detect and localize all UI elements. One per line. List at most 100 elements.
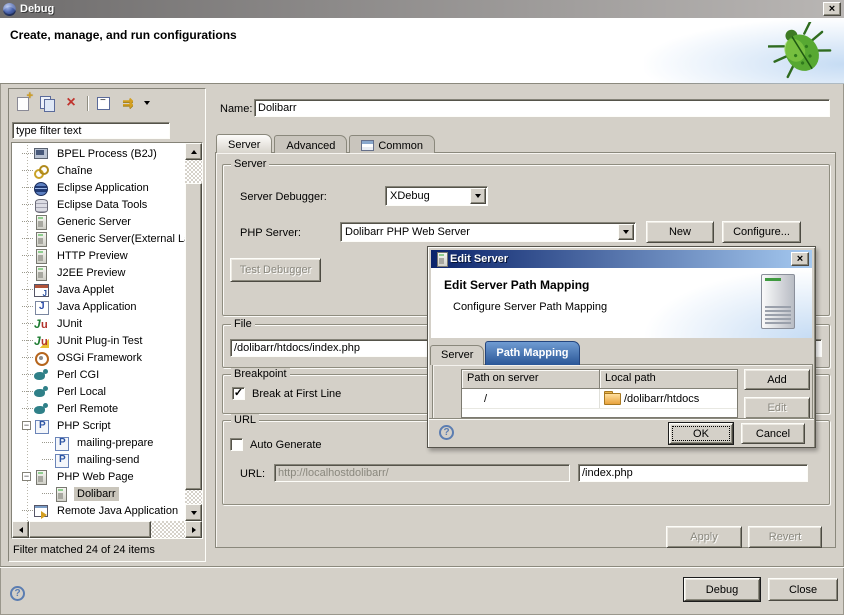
scroll-left-icon[interactable] (12, 521, 29, 538)
filter-input[interactable] (12, 122, 170, 139)
tab-common[interactable]: Common (349, 135, 435, 153)
break-first-line-checkbox[interactable]: ✓ (232, 387, 245, 400)
duplicate-icon[interactable] (37, 94, 57, 112)
name-input[interactable] (254, 99, 830, 117)
debug-button[interactable]: Debug (684, 578, 760, 601)
tree-item-junit[interactable]: JUnit (12, 315, 185, 332)
scroll-up-icon[interactable] (185, 143, 202, 160)
window-close-button[interactable]: × (823, 2, 841, 16)
edit-button[interactable]: Edit (744, 397, 810, 419)
tab-label: Advanced (286, 140, 335, 152)
tree-item-junit-plug-in-test[interactable]: JUnit Plug-in Test (12, 332, 185, 349)
tree-vertical-scrollbar[interactable] (185, 143, 202, 521)
edit-server-close-button[interactable]: × (791, 252, 809, 266)
scroll-right-icon[interactable] (185, 521, 202, 538)
new-server-button[interactable]: New (646, 221, 714, 243)
dialog-button-bar: ? OK Cancel (429, 418, 814, 447)
new-configuration-icon[interactable] (13, 94, 33, 112)
tree-item-bpel-process-b2j[interactable]: BPEL Process (B2J) (12, 145, 185, 162)
collapse-toggle-icon[interactable]: − (22, 472, 31, 481)
php-icon (53, 453, 69, 467)
database-icon (33, 198, 49, 212)
scroll-down-icon[interactable] (185, 504, 202, 521)
perl-icon (33, 385, 49, 399)
test-debugger-button[interactable]: Test Debugger (230, 258, 321, 282)
tree-connector (42, 442, 53, 443)
php-server-select[interactable]: Dolibarr PHP Web Server (340, 222, 636, 242)
button-label: Cancel (756, 428, 790, 440)
button-label: Configure... (733, 226, 790, 238)
tree-item-php-web-page[interactable]: −PHP Web Page (12, 468, 185, 485)
server-debugger-select[interactable]: XDebug (385, 186, 488, 206)
configurations-panel: BPEL Process (B2J)ChaîneEclipse Applicat… (8, 88, 206, 562)
edit-server-titlebar[interactable]: Edit Server × (431, 250, 812, 268)
table-row[interactable]: / /dolibarr/htdocs (462, 389, 737, 408)
ok-button[interactable]: OK (669, 423, 733, 444)
collapse-toggle-icon[interactable]: − (22, 421, 31, 430)
tree-item-perl-remote[interactable]: Perl Remote (12, 400, 185, 417)
toolbar-menu-arrow-icon[interactable] (142, 94, 152, 112)
toolbar-separator (87, 96, 88, 111)
cancel-button[interactable]: Cancel (741, 423, 805, 444)
help-icon[interactable]: ? (10, 586, 25, 601)
tree-item-java-applet[interactable]: Java Applet (12, 281, 185, 298)
collapse-all-icon[interactable] (94, 94, 114, 112)
tree-item-label: Perl Local (54, 385, 109, 399)
dropdown-arrow-icon[interactable] (618, 224, 634, 240)
tree-horizontal-scrollbar[interactable] (12, 521, 202, 538)
server-debugger-value: XDebug (390, 190, 430, 202)
dialog-tab-path-mapping[interactable]: Path Mapping (485, 341, 579, 365)
column-header-local-path[interactable]: Local path (600, 370, 737, 389)
delete-icon[interactable] (61, 94, 81, 112)
filter-icon[interactable] (118, 94, 138, 112)
tree-item-mailing-prepare[interactable]: mailing-prepare (12, 434, 185, 451)
add-button[interactable]: Add (744, 369, 810, 390)
tree-item-osgi-framework[interactable]: OSGi Framework (12, 349, 185, 366)
tree-item-http-preview[interactable]: HTTP Preview (12, 247, 185, 264)
tree-item-generic-server-external-la[interactable]: Generic Server(External La (12, 230, 185, 247)
tree-item-php-script[interactable]: − PHP Script (12, 417, 185, 434)
column-header-path-on-server[interactable]: Path on server (462, 370, 600, 389)
edit-server-dialog: Edit Server × Edit Server Path Mapping C… (427, 246, 816, 448)
tree-item-label: PHP Script (54, 419, 114, 433)
tab-advanced[interactable]: Advanced (274, 135, 347, 153)
tree-item-java-application[interactable]: Java Application (12, 298, 185, 315)
tab-server[interactable]: Server (216, 134, 272, 153)
button-label: Add (767, 374, 787, 386)
close-button[interactable]: Close (768, 578, 838, 601)
bpel-process-icon (33, 147, 49, 161)
dropdown-arrow-icon[interactable] (470, 188, 486, 204)
tree-item-dolibarr[interactable]: Dolibarr (12, 485, 185, 502)
edit-server-header: Edit Server Path Mapping Configure Serve… (431, 268, 812, 338)
tree-item-eclipse-application[interactable]: Eclipse Application (12, 179, 185, 196)
tree-connector (22, 238, 33, 239)
vertical-scroll-thumb[interactable] (185, 183, 202, 490)
configure-button[interactable]: Configure... (722, 221, 801, 243)
tree-item-perl-local[interactable]: Perl Local (12, 383, 185, 400)
bug-icon (768, 22, 834, 80)
window-titlebar[interactable]: Debug × (0, 0, 844, 18)
tree-item-perl-cgi[interactable]: Perl CGI (12, 366, 185, 383)
button-label: New (669, 226, 691, 238)
dialog-help-icon[interactable]: ? (439, 425, 454, 440)
url-path-input[interactable] (578, 464, 808, 482)
auto-generate-checkbox[interactable] (230, 438, 243, 451)
tree-item-remote-java-application[interactable]: Remote Java Application (12, 502, 185, 519)
dialog-tab-server[interactable]: Server (430, 345, 484, 365)
tree-connector (22, 357, 33, 358)
tree-item-mailing-send[interactable]: mailing-send (12, 451, 185, 468)
tree-item-generic-server[interactable]: Generic Server (12, 213, 185, 230)
horizontal-scroll-thumb[interactable] (29, 521, 151, 538)
apply-button[interactable]: Apply (666, 526, 742, 548)
tree-item-j2ee-preview[interactable]: J2EE Preview (12, 264, 185, 281)
tree-item-cha-ne[interactable]: Chaîne (12, 162, 185, 179)
tab-label: Server (228, 139, 260, 151)
table-header-row: Path on server Local path (462, 370, 737, 389)
empty-table-row (462, 408, 737, 417)
tree-item-label: Generic Server(External La (54, 232, 185, 246)
revert-button[interactable]: Revert (748, 526, 822, 548)
close-icon: × (829, 4, 835, 14)
help-glyph: ? (443, 427, 449, 438)
tree-connector (22, 306, 33, 307)
tree-item-eclipse-data-tools[interactable]: Eclipse Data Tools (12, 196, 185, 213)
